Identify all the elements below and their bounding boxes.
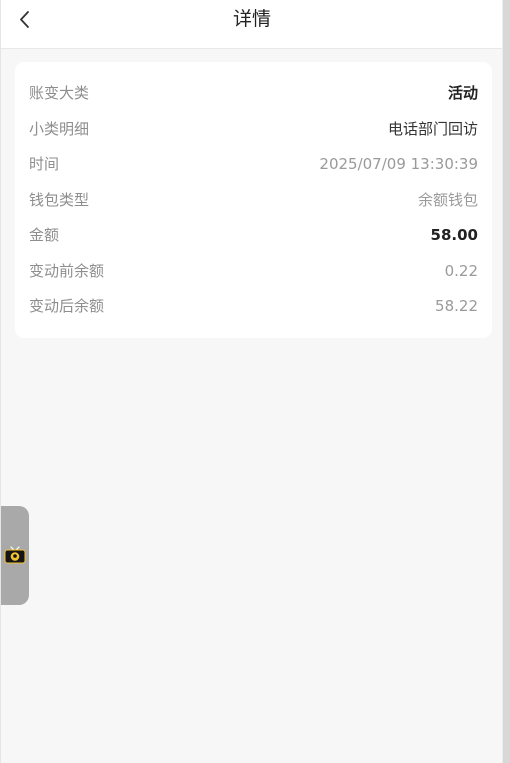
time-label: 时间: [29, 155, 60, 173]
detail-row-balance-after: 变动后余额 58.22: [29, 289, 478, 325]
page: 详情 账变大类 活动 小类明细 电话部门回访 时间 2025/07/09 13:…: [0, 0, 503, 763]
floating-live-button[interactable]: [1, 506, 29, 605]
top-bar: 详情: [1, 0, 503, 49]
detail-row-time: 时间 2025/07/09 13:30:39: [29, 147, 478, 183]
vertical-scrollbar[interactable]: [503, 0, 510, 763]
balance-after-label: 变动后余额: [29, 297, 105, 315]
detail-row-subcategory: 小类明细 电话部门回访: [29, 112, 478, 148]
category-value: 活动: [447, 84, 478, 102]
wallet-type-label: 钱包类型: [29, 190, 90, 209]
subcategory-value: 电话部门回访: [387, 119, 478, 138]
balance-before-value: 0.22: [444, 261, 478, 280]
subcategory-label: 小类明细: [29, 119, 90, 138]
detail-row-amount: 金额 58.00: [29, 218, 478, 254]
balance-after-value: 58.22: [435, 297, 478, 315]
amount-label: 金额: [29, 226, 60, 244]
tv-soccer-icon: [4, 546, 26, 564]
detail-row-balance-before: 变动前余额 0.22: [29, 254, 478, 290]
balance-before-label: 变动前余额: [29, 261, 105, 280]
wallet-type-value: 余额钱包: [417, 190, 478, 209]
page-title: 详情: [232, 8, 271, 30]
time-value: 2025/07/09 13:30:39: [319, 155, 478, 173]
amount-value: 58.00: [430, 226, 478, 244]
detail-card: 账变大类 活动 小类明细 电话部门回访 时间 2025/07/09 13:30:…: [15, 62, 492, 338]
category-label: 账变大类: [29, 84, 90, 102]
detail-row-wallet-type: 钱包类型 余额钱包: [29, 183, 478, 219]
detail-row-category: 账变大类 活动: [29, 76, 478, 112]
